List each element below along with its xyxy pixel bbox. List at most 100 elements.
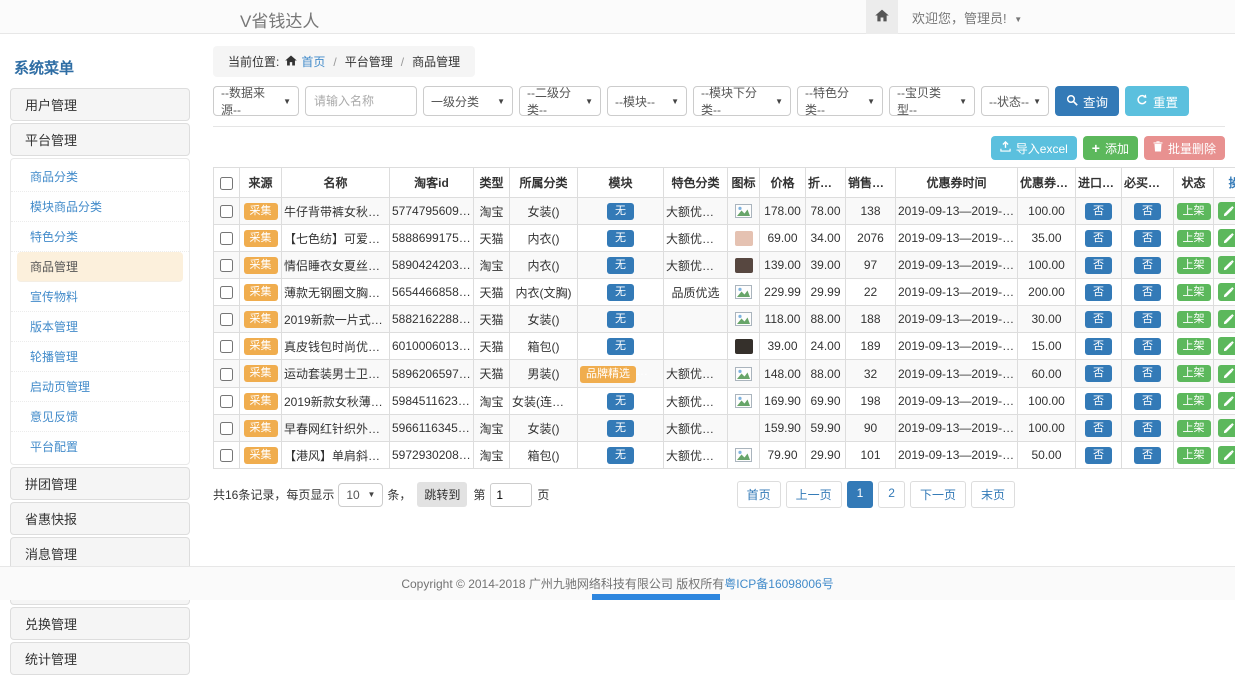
row-checkbox[interactable] [220, 449, 233, 462]
edit-button[interactable] [1218, 419, 1235, 437]
module-badge[interactable]: 无 [607, 420, 634, 437]
module-badge[interactable]: 品牌精选 [580, 366, 636, 383]
filter-select[interactable]: 一级分类▼ [423, 86, 513, 116]
edit-button[interactable] [1218, 202, 1235, 220]
status-badge[interactable]: 上架 [1177, 311, 1211, 328]
reset-button[interactable]: 重置 [1125, 86, 1189, 116]
row-checkbox[interactable] [220, 313, 233, 326]
status-badge[interactable]: 上架 [1177, 257, 1211, 274]
edit-button[interactable] [1218, 229, 1235, 247]
imported-badge[interactable]: 否 [1085, 338, 1112, 355]
sidebar-subitem[interactable]: 商品分类 [11, 162, 189, 192]
must-buy-badge[interactable]: 否 [1134, 257, 1161, 274]
edit-button[interactable] [1218, 337, 1235, 355]
filter-select[interactable]: --特色分类--▼ [797, 86, 883, 116]
status-badge[interactable]: 上架 [1177, 284, 1211, 301]
row-checkbox[interactable] [220, 395, 233, 408]
must-buy-badge[interactable]: 否 [1134, 338, 1161, 355]
module-badge[interactable]: 无 [607, 284, 634, 301]
row-checkbox[interactable] [220, 340, 233, 353]
row-checkbox[interactable] [220, 422, 233, 435]
row-checkbox[interactable] [220, 286, 233, 299]
must-buy-badge[interactable]: 否 [1134, 365, 1161, 382]
sidebar-group[interactable]: 省惠快报 [10, 502, 190, 535]
must-buy-badge[interactable]: 否 [1134, 420, 1161, 437]
edit-button[interactable] [1218, 392, 1235, 410]
sidebar-subitem[interactable]: 商品管理 [17, 252, 183, 282]
status-badge[interactable]: 上架 [1177, 230, 1211, 247]
imported-badge[interactable]: 否 [1085, 257, 1112, 274]
sidebar-subitem[interactable]: 意见反馈 [11, 402, 189, 432]
sidebar-subitem[interactable]: 启动页管理 [11, 372, 189, 402]
must-buy-badge[interactable]: 否 [1134, 393, 1161, 410]
sidebar-group-users[interactable]: 用户管理 [10, 88, 190, 121]
user-menu[interactable]: 欢迎您，管理员! ▼ [898, 8, 1022, 27]
must-buy-badge[interactable]: 否 [1134, 230, 1161, 247]
page-button[interactable]: 2 [878, 481, 905, 508]
module-badge[interactable]: 无 [607, 338, 634, 355]
import-excel-button[interactable]: 导入excel [991, 136, 1077, 160]
batch-delete-button[interactable]: 批量删除 [1144, 136, 1225, 160]
edit-button[interactable] [1218, 310, 1235, 328]
page-size-select[interactable]: 10▼ [338, 483, 383, 507]
must-buy-badge[interactable]: 否 [1134, 447, 1161, 464]
module-badge[interactable]: 无 [607, 393, 634, 410]
imported-badge[interactable]: 否 [1085, 447, 1112, 464]
sidebar-subitem[interactable]: 平台配置 [11, 432, 189, 461]
module-badge[interactable]: 无 [607, 447, 634, 464]
status-badge[interactable]: 上架 [1177, 393, 1211, 410]
filter-select[interactable]: --数据来源--▼ [213, 86, 299, 116]
page-button[interactable]: 末页 [971, 481, 1015, 508]
sidebar-subitem[interactable]: 轮播管理 [11, 342, 189, 372]
must-buy-badge[interactable]: 否 [1134, 203, 1161, 220]
sidebar-subitem[interactable]: 版本管理 [11, 312, 189, 342]
col-header[interactable]: 操作 [1214, 168, 1235, 198]
imported-badge[interactable]: 否 [1085, 230, 1112, 247]
row-checkbox[interactable] [220, 205, 233, 218]
breadcrumb-home-link[interactable]: 首页 [301, 53, 325, 70]
imported-badge[interactable]: 否 [1085, 203, 1112, 220]
page-button[interactable]: 1 [847, 481, 874, 508]
select-all-checkbox[interactable] [220, 177, 233, 190]
status-badge[interactable]: 上架 [1177, 365, 1211, 382]
must-buy-badge[interactable]: 否 [1134, 311, 1161, 328]
search-button[interactable]: 查询 [1055, 86, 1119, 116]
module-badge[interactable]: 无 [607, 257, 634, 274]
module-badge[interactable]: 无 [607, 311, 634, 328]
status-badge[interactable]: 上架 [1177, 420, 1211, 437]
filter-select[interactable]: --二级分类--▼ [519, 86, 601, 116]
filter-select[interactable]: --状态--▼ [981, 86, 1049, 116]
sidebar-group[interactable]: 拼团管理 [10, 467, 190, 500]
sidebar-group[interactable]: 统计管理 [10, 642, 190, 675]
page-button[interactable]: 首页 [737, 481, 781, 508]
page-button[interactable]: 上一页 [786, 481, 842, 508]
imported-badge[interactable]: 否 [1085, 365, 1112, 382]
edit-button[interactable] [1218, 446, 1235, 464]
row-checkbox[interactable] [220, 368, 233, 381]
home-button[interactable] [866, 0, 898, 34]
scrollbar-thumb[interactable] [592, 594, 720, 600]
edit-button[interactable] [1218, 256, 1235, 274]
sidebar-group-platform[interactable]: 平台管理 [10, 123, 190, 156]
filter-select[interactable]: --模块下分类--▼ [693, 86, 791, 116]
sidebar-subitem[interactable]: 特色分类 [11, 222, 189, 252]
sidebar-group[interactable]: 兑换管理 [10, 607, 190, 640]
status-badge[interactable]: 上架 [1177, 447, 1211, 464]
status-badge[interactable]: 上架 [1177, 338, 1211, 355]
icp-link[interactable]: 粤ICP备16098006号 [724, 575, 833, 592]
filter-select[interactable]: --模块--▼ [607, 86, 687, 116]
imported-badge[interactable]: 否 [1085, 393, 1112, 410]
sidebar-subitem[interactable]: 模块商品分类 [11, 192, 189, 222]
module-badge[interactable]: 无 [607, 203, 634, 220]
must-buy-badge[interactable]: 否 [1134, 284, 1161, 301]
edit-button[interactable] [1218, 283, 1235, 301]
add-button[interactable]: + 添加 [1083, 136, 1138, 160]
jump-button[interactable]: 跳转到 [417, 482, 467, 507]
sidebar-subitem[interactable]: 宣传物料 [11, 282, 189, 312]
imported-badge[interactable]: 否 [1085, 284, 1112, 301]
filter-select[interactable]: --宝贝类型--▼ [889, 86, 975, 116]
row-checkbox[interactable] [220, 232, 233, 245]
row-checkbox[interactable] [220, 259, 233, 272]
module-badge[interactable]: 无 [607, 230, 634, 247]
page-button[interactable]: 下一页 [910, 481, 966, 508]
